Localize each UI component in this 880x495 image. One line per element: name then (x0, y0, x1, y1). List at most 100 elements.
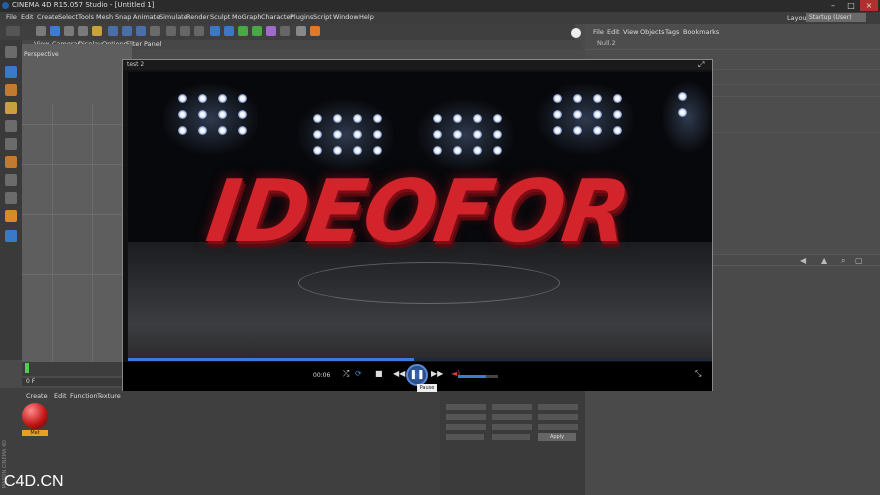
add-icon[interactable] (92, 26, 102, 36)
light-bulb (493, 114, 502, 123)
stop-icon[interactable]: ■ (375, 369, 383, 378)
perspective-viewport[interactable]: Perspective (22, 44, 132, 364)
sculpt-icon[interactable] (5, 230, 17, 242)
object-rel-select[interactable] (446, 434, 484, 440)
live-select-icon[interactable] (36, 26, 46, 36)
light-bulb (473, 130, 482, 139)
x-axis-icon[interactable] (108, 26, 118, 36)
y-axis-icon[interactable] (122, 26, 132, 36)
make-editable-icon[interactable] (5, 46, 17, 58)
position-x-field[interactable] (446, 404, 486, 410)
render-settings-icon[interactable] (194, 26, 204, 36)
nurbs-icon[interactable] (238, 26, 248, 36)
previous-icon[interactable]: ◀◀ (393, 369, 405, 378)
size-x-field[interactable] (492, 404, 532, 410)
menu-mesh[interactable]: Mesh (96, 13, 113, 21)
menu-file[interactable]: File (6, 13, 17, 21)
menu-simulate[interactable]: Simulate (159, 13, 188, 21)
volume-slider[interactable] (458, 375, 498, 378)
workplane-icon[interactable] (5, 102, 17, 114)
coordinate-system-icon[interactable] (150, 26, 160, 36)
menu-mograph[interactable]: MoGraph (232, 13, 262, 21)
menu-animate[interactable]: Animate (133, 13, 160, 21)
menu-edit[interactable]: Edit (21, 13, 34, 21)
shuffle-icon[interactable]: ⤮ (343, 369, 349, 379)
rotation-b-field[interactable] (538, 424, 578, 430)
model-mode-icon[interactable] (5, 66, 17, 78)
move-icon[interactable] (50, 26, 60, 36)
minimize-button[interactable]: – (824, 0, 842, 11)
video-frame[interactable]: IDEOFOR (128, 72, 712, 360)
menu-script[interactable]: Script (313, 13, 332, 21)
size-mode-select[interactable] (492, 434, 530, 440)
repeat-icon[interactable]: ⟳ (355, 369, 362, 378)
cube-icon[interactable] (210, 26, 220, 36)
objmgr-menu-bookmarks[interactable]: Bookmarks (683, 28, 719, 36)
objmgr-menu-view[interactable]: View (623, 28, 638, 36)
edges-mode-icon[interactable] (5, 138, 17, 150)
maximize-button[interactable]: □ (842, 0, 860, 11)
viewport-menu-panel[interactable]: Panel (144, 40, 162, 48)
lock-icon[interactable]: ▢ (855, 256, 863, 265)
layout-select[interactable]: Startup (User) (806, 13, 866, 22)
render-picture-viewer-icon[interactable] (180, 26, 190, 36)
rotation-p-field[interactable] (538, 414, 578, 420)
texture-mode-icon[interactable] (5, 84, 17, 96)
position-z-field[interactable] (446, 424, 486, 430)
next-icon[interactable]: ▶▶ (431, 369, 443, 378)
back-arrow-icon[interactable]: ◀ (800, 256, 806, 265)
objmgr-menu-tags[interactable]: Tags (665, 28, 679, 36)
menu-sculpt[interactable]: Sculpt (210, 13, 230, 21)
matmgr-menu-edit[interactable]: Edit (54, 392, 67, 400)
deformer-icon[interactable] (266, 26, 276, 36)
matmgr-menu-function[interactable]: Function (70, 392, 98, 400)
player-progress-bar[interactable] (128, 358, 712, 361)
points-mode-icon[interactable] (5, 120, 17, 132)
apply-button[interactable]: Apply (538, 433, 576, 441)
position-y-field[interactable] (446, 414, 486, 420)
menu-plugins[interactable]: Plugins (290, 13, 313, 21)
snap-icon[interactable] (5, 210, 17, 222)
menu-tools[interactable]: Tools (78, 13, 94, 21)
player-title-bar: test 2 ⤢ (123, 60, 712, 70)
menu-render[interactable]: Render (186, 13, 209, 21)
frame-field[interactable]: 0 F (26, 378, 35, 385)
menu-character[interactable]: Character (261, 13, 293, 21)
timeline[interactable] (22, 362, 132, 376)
pause-button[interactable]: ❚❚ (406, 364, 428, 386)
size-y-field[interactable] (492, 414, 532, 420)
axis-mode-icon[interactable] (5, 174, 17, 186)
menu-window[interactable]: Window (333, 13, 359, 21)
objmgr-menu-objects[interactable]: Objects (640, 28, 665, 36)
tweak-mode-icon[interactable] (5, 192, 17, 204)
menu-select[interactable]: Select (58, 13, 78, 21)
polygons-mode-icon[interactable] (5, 156, 17, 168)
camera-icon[interactable] (296, 26, 306, 36)
scene-icon[interactable] (280, 26, 290, 36)
spline-icon[interactable] (224, 26, 234, 36)
material-label[interactable]: Mat (22, 430, 48, 436)
playhead[interactable] (25, 363, 29, 373)
material-swatch[interactable] (22, 403, 48, 429)
object-item[interactable]: Null.2 (597, 39, 616, 47)
player-fullscreen-icon[interactable]: ⤢ (698, 60, 704, 70)
objmgr-menu-file[interactable]: File (593, 28, 604, 36)
undo-button[interactable] (6, 26, 20, 36)
close-button[interactable]: × (860, 0, 878, 11)
menu-help[interactable]: Help (359, 13, 374, 21)
size-z-field[interactable] (492, 424, 532, 430)
switch-to-library-icon[interactable]: ⤡ (695, 369, 701, 379)
scale-icon[interactable] (64, 26, 74, 36)
matmgr-menu-texture[interactable]: Texture (97, 392, 121, 400)
menu-create[interactable]: Create (37, 13, 59, 21)
rotation-h-field[interactable] (538, 404, 578, 410)
rotate-icon[interactable] (78, 26, 88, 36)
matmgr-menu-create[interactable]: Create (26, 392, 48, 400)
up-arrow-icon[interactable]: ▲ (821, 256, 827, 265)
array-icon[interactable] (252, 26, 262, 36)
objmgr-menu-edit[interactable]: Edit (607, 28, 620, 36)
light-icon[interactable] (310, 26, 320, 36)
menu-snap[interactable]: Snap (115, 13, 131, 21)
render-view-icon[interactable] (166, 26, 176, 36)
z-axis-icon[interactable] (136, 26, 146, 36)
